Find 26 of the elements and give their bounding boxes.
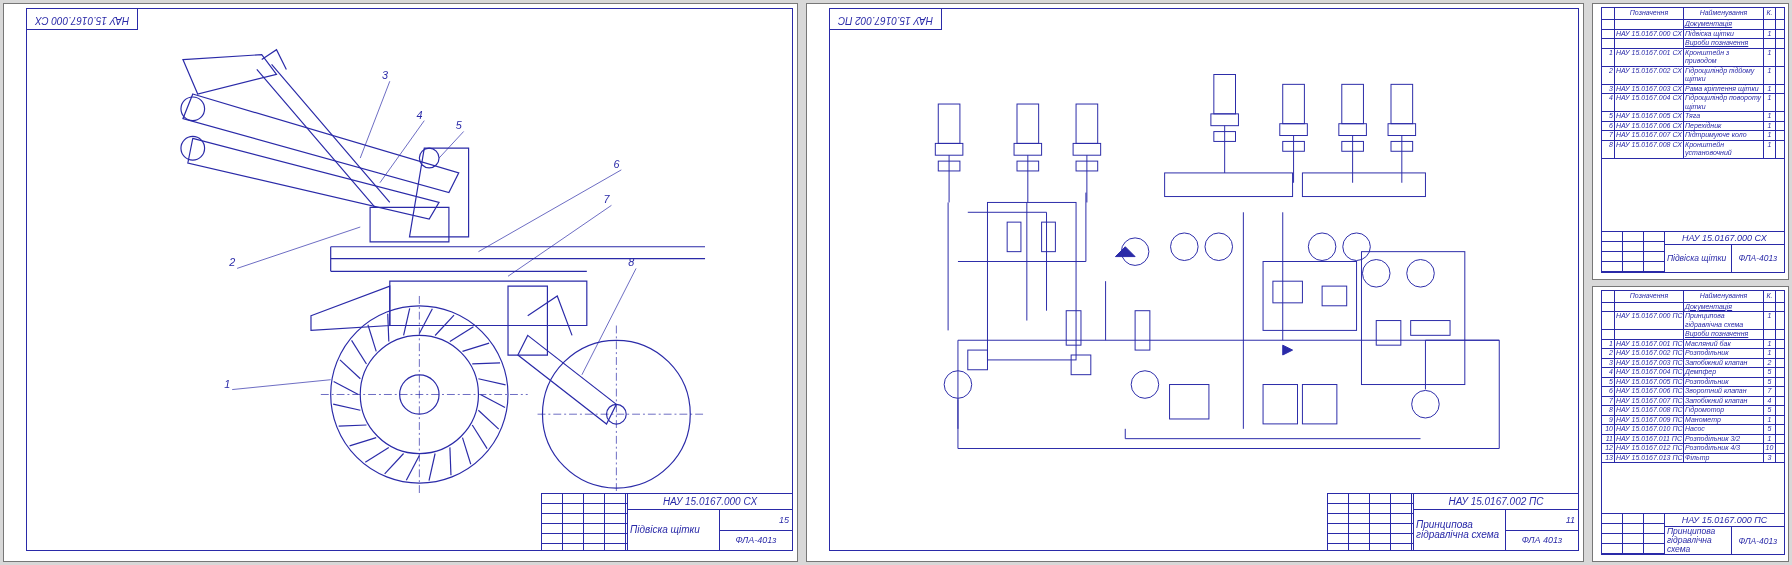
drawing-title: Принципова гідравлічна схема — [1414, 510, 1506, 550]
callout-number: 3 — [381, 69, 388, 82]
title-block-grid — [1602, 514, 1665, 554]
title-block-grid — [1602, 231, 1665, 272]
leader-line — [438, 131, 465, 159]
drawing-designation: НАУ 15.0167.000 ПС — [1664, 514, 1784, 527]
group-code: ФЛА-401з — [1737, 534, 1779, 548]
callout-number: 4 — [416, 108, 423, 121]
drawing-designation: НАУ 15.0167.002 ПС — [1414, 494, 1578, 510]
callout-number: 7 — [603, 193, 610, 206]
drawing-title: Підвіска щітки — [628, 510, 720, 550]
callout-number: 6 — [613, 157, 620, 170]
drawing-designation: НАУ 15.0167.000 СХ — [1664, 231, 1784, 245]
drawing-title: Підвіска щітки — [1664, 244, 1732, 272]
callout-number: 1 — [224, 377, 231, 390]
drawing-designation: НАУ 15.0167.000 СХ — [628, 494, 792, 510]
drawing-title: Принципова гідравлічна схема — [1664, 527, 1732, 554]
callout-number: 5 — [455, 119, 462, 132]
group-code: ФЛА-401з — [734, 534, 778, 548]
stamp-designation: НАУ 15.0167.002 ПС — [838, 15, 934, 26]
stamp-designation: НАУ 15.0167.000 СХ — [35, 15, 130, 26]
callout-number: 2 — [229, 256, 236, 269]
sheet-count: 15 — [719, 510, 792, 531]
group-code: ФЛА-401з — [1737, 252, 1779, 265]
sheet-count: 11 — [1505, 510, 1578, 531]
group-code: ФЛА 401з — [1520, 534, 1564, 548]
